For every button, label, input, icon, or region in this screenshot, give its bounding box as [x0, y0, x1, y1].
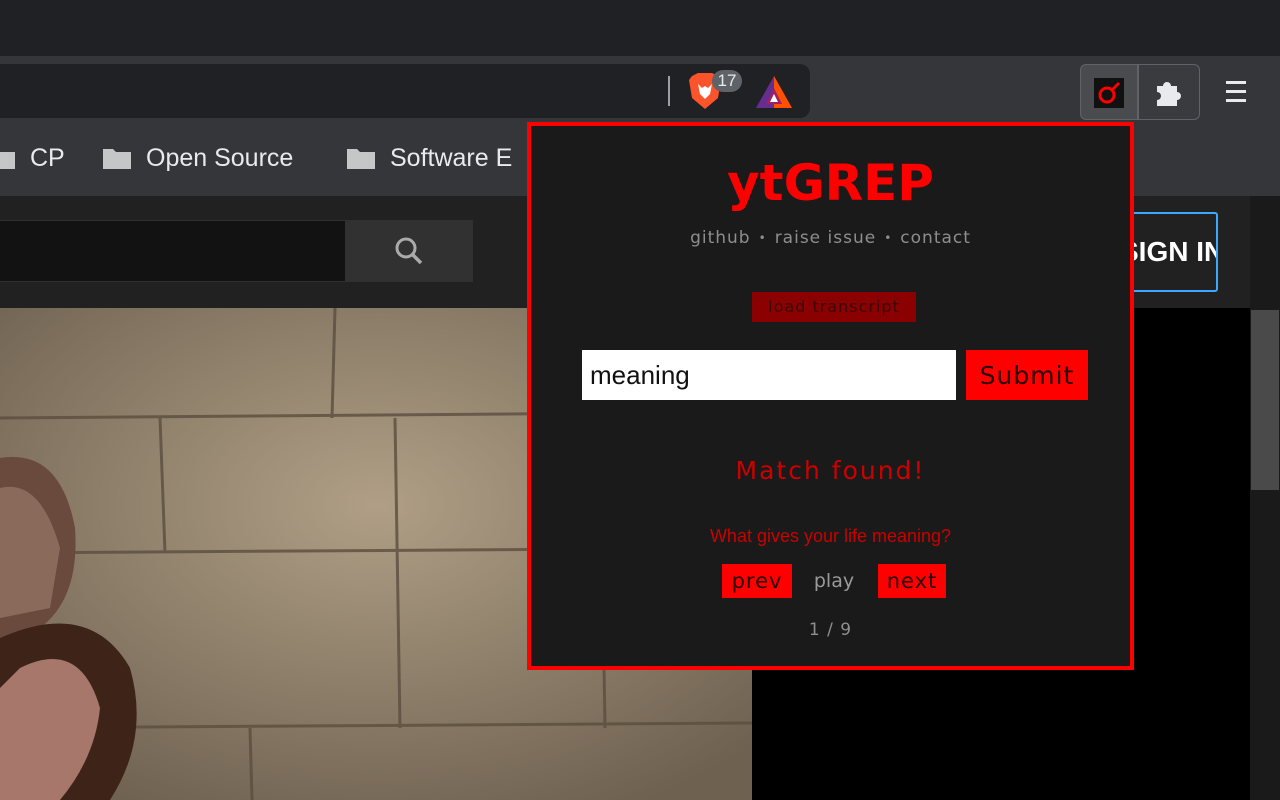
extensions-button[interactable]	[1138, 64, 1200, 120]
contact-link[interactable]: contact	[900, 228, 971, 248]
link-separator: •	[884, 231, 893, 245]
search-icon	[395, 237, 423, 265]
folder-icon	[0, 152, 15, 169]
match-counter: 1 / 9	[808, 620, 853, 640]
play-button[interactable]: play	[804, 564, 864, 598]
browser-toolbar: 17	[0, 56, 1280, 120]
folder-icon	[347, 149, 375, 169]
address-bar-divider	[668, 76, 670, 106]
bookmark-label: Open Source	[146, 143, 294, 172]
browser-menu-button[interactable]	[1218, 74, 1254, 110]
load-transcript-button[interactable]: load transcript	[752, 292, 916, 322]
folder-icon	[103, 149, 131, 169]
puzzle-icon	[1157, 82, 1181, 106]
bookmark-folder-open-source[interactable]: Open Source	[102, 140, 293, 176]
raise-issue-link[interactable]: raise issue	[775, 228, 877, 248]
search-input[interactable]	[582, 350, 956, 400]
sign-in-label: SIGN IN	[1120, 236, 1218, 267]
github-link[interactable]: github	[690, 228, 751, 248]
result-navigation: prev play next	[531, 564, 1130, 600]
brave-rewards-icon[interactable]	[754, 74, 794, 110]
match-status: Match found!	[735, 456, 926, 485]
link-separator: •	[758, 231, 767, 245]
match-text[interactable]: What gives your life meaning?	[531, 526, 1130, 547]
ytgrep-extension-button[interactable]	[1080, 64, 1138, 120]
submit-button[interactable]: Submit	[966, 350, 1088, 400]
magnifier-icon	[1094, 78, 1124, 108]
bookmark-label: CP	[30, 143, 65, 172]
tab-strip	[0, 0, 1280, 56]
page-scrollbar[interactable]	[1250, 196, 1280, 800]
next-button[interactable]: next	[878, 564, 946, 598]
youtube-search-button[interactable]	[345, 220, 473, 282]
bookmark-label: Software E	[390, 143, 513, 172]
shields-count-badge: 17	[712, 70, 742, 92]
bookmark-folder-software[interactable]: Software E	[346, 140, 512, 176]
ytgrep-popup: ytGREP github • raise issue • contact load t…	[527, 122, 1134, 670]
prev-button[interactable]: prev	[722, 564, 792, 598]
scrollbar-thumb[interactable]	[1251, 310, 1279, 490]
youtube-search-input[interactable]	[0, 220, 346, 282]
bookmark-folder-cp[interactable]: CP	[0, 140, 65, 176]
popup-title: ytGREP	[727, 154, 934, 212]
hamburger-icon	[1226, 81, 1246, 102]
popup-links: github • raise issue • contact	[531, 228, 1130, 248]
